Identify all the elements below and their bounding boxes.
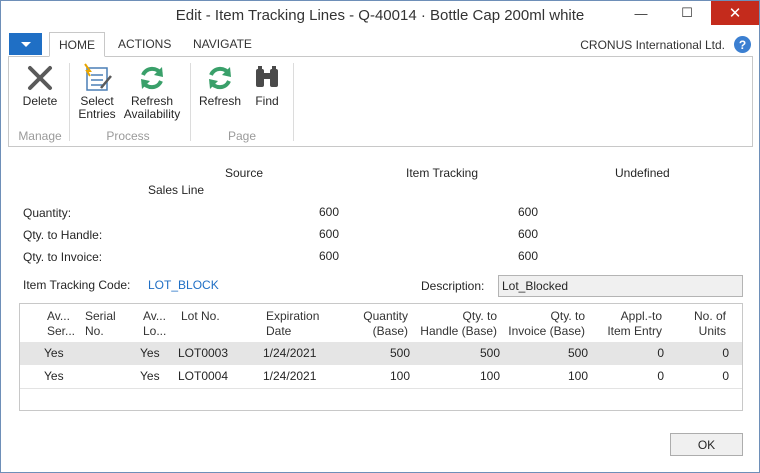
company-name: CRONUS International Ltd. <box>580 38 725 52</box>
cell-expiration-date: 1/24/2021 <box>263 346 317 360</box>
refresh-icon <box>122 61 182 95</box>
cell-available-lot: Yes <box>140 346 160 360</box>
group-label-process: Process <box>106 129 150 143</box>
undefined-column-header: Undefined <box>615 166 670 180</box>
group-label-page: Page <box>227 129 257 143</box>
cell-available-serial: Yes <box>44 346 64 360</box>
group-separator <box>69 63 70 141</box>
column-header-qty-to-handle-base[interactable]: Qty. to Handle (Base) <box>416 309 497 339</box>
cell-lot-no: LOT0003 <box>178 346 229 360</box>
delete-label: Delete <box>22 94 58 108</box>
grid-divider <box>20 388 742 389</box>
title-bar: Edit - Item Tracking Lines - Q-40014 · B… <box>1 1 759 32</box>
cell-quantity-base: 100 <box>389 369 410 383</box>
cell-available-serial: Yes <box>44 369 64 383</box>
qty-to-handle-tracking-value: 600 <box>517 227 538 241</box>
maximize-button[interactable]: ☐ <box>664 1 710 25</box>
column-header-serial-no[interactable]: Serial No. <box>85 309 116 339</box>
close-button[interactable]: ✕ <box>711 1 759 25</box>
qty-to-invoice-tracking-value: 600 <box>517 249 538 263</box>
cell-expiration-date: 1/24/2021 <box>263 369 317 383</box>
item-tracking-code-label: Item Tracking Code: <box>23 278 131 292</box>
item-tracking-window: Edit - Item Tracking Lines - Q-40014 · B… <box>0 0 760 473</box>
minimize-button[interactable]: — <box>618 1 664 25</box>
tab-home[interactable]: HOME <box>49 32 105 57</box>
ribbon: Delete Manage Select Entries Refresh Ava… <box>8 56 753 147</box>
select-entries-icon <box>73 61 121 95</box>
delete-x-icon <box>15 61 65 95</box>
cell-qty-to-handle: 500 <box>479 346 500 360</box>
tab-actions[interactable]: ACTIONS <box>109 32 180 57</box>
ok-button[interactable]: OK <box>670 433 743 456</box>
cell-appl-to-item-entry: 0 <box>657 369 664 383</box>
qty-to-invoice-label: Qty. to Invoice: <box>23 250 103 264</box>
ribbon-tab-bar: HOME ACTIONS NAVIGATE CRONUS Internation… <box>7 32 753 57</box>
column-header-lot-no[interactable]: Lot No. <box>181 309 220 324</box>
column-header-available-lot[interactable]: Av... Lo... <box>143 309 166 339</box>
column-header-expiration-date[interactable]: Expiration Date <box>266 309 319 339</box>
column-header-quantity-base[interactable]: Quantity (Base) <box>338 309 408 339</box>
quantity-label: Quantity: <box>23 206 72 220</box>
refresh-icon <box>197 61 243 95</box>
source-subheader: Sales Line <box>148 183 205 197</box>
delete-button[interactable]: Delete <box>15 61 65 108</box>
select-entries-button[interactable]: Select Entries <box>73 61 121 121</box>
column-header-no-of-units[interactable]: No. of Units <box>680 309 726 339</box>
refresh-availability-button[interactable]: Refresh Availability <box>122 61 182 121</box>
refresh-availability-label-2: Availability <box>123 107 181 121</box>
binoculars-icon <box>247 61 287 95</box>
source-column-header: Source <box>225 166 264 180</box>
help-icon[interactable]: ? <box>734 36 751 53</box>
group-label-manage: Manage <box>18 129 62 143</box>
qty-to-handle-source-value: 600 <box>318 227 339 241</box>
column-header-qty-to-invoice-base[interactable]: Qty. to Invoice (Base) <box>504 309 585 339</box>
cell-appl-to-item-entry: 0 <box>657 346 664 360</box>
cell-no-of-units: 0 <box>722 346 729 360</box>
column-header-available-serial[interactable]: Av... Ser... <box>47 309 77 339</box>
cell-qty-to-invoice: 100 <box>567 369 588 383</box>
find-button[interactable]: Find <box>247 61 287 108</box>
qty-to-invoice-source-value: 600 <box>318 249 339 263</box>
description-field[interactable]: Lot_Blocked <box>498 275 743 297</box>
column-header-appl-to-item-entry[interactable]: Appl.-to Item Entry <box>598 309 662 339</box>
refresh-label: Refresh <box>198 94 242 108</box>
quantity-tracking-value: 600 <box>517 205 538 219</box>
table-row[interactable]: Yes Yes LOT0003 1/24/2021 500 500 500 0 … <box>20 342 742 365</box>
quantity-source-value: 600 <box>318 205 339 219</box>
application-menu-button[interactable] <box>9 33 42 55</box>
cell-lot-no: LOT0004 <box>178 369 229 383</box>
select-entries-label-2: Entries <box>78 107 116 121</box>
item-tracking-lines-grid: Av... Ser... Serial No. Av... Lo... Lot No.… <box>19 303 743 411</box>
cell-quantity-base: 500 <box>389 346 410 360</box>
tab-navigate[interactable]: NAVIGATE <box>184 32 261 57</box>
cell-no-of-units: 0 <box>722 369 729 383</box>
cell-qty-to-invoice: 500 <box>567 346 588 360</box>
group-separator <box>293 63 294 141</box>
table-row[interactable]: Yes Yes LOT0004 1/24/2021 100 100 100 0 … <box>20 365 742 388</box>
item-tracking-column-header: Item Tracking <box>406 166 479 180</box>
group-separator <box>190 63 191 141</box>
chevron-down-icon <box>20 41 31 47</box>
description-label: Description: <box>421 279 485 293</box>
qty-to-handle-label: Qty. to Handle: <box>23 228 103 242</box>
find-label: Find <box>255 94 279 108</box>
cell-qty-to-handle: 100 <box>479 369 500 383</box>
cell-available-lot: Yes <box>140 369 160 383</box>
refresh-button[interactable]: Refresh <box>197 61 243 108</box>
item-tracking-code-link[interactable]: LOT_BLOCK <box>148 278 219 292</box>
